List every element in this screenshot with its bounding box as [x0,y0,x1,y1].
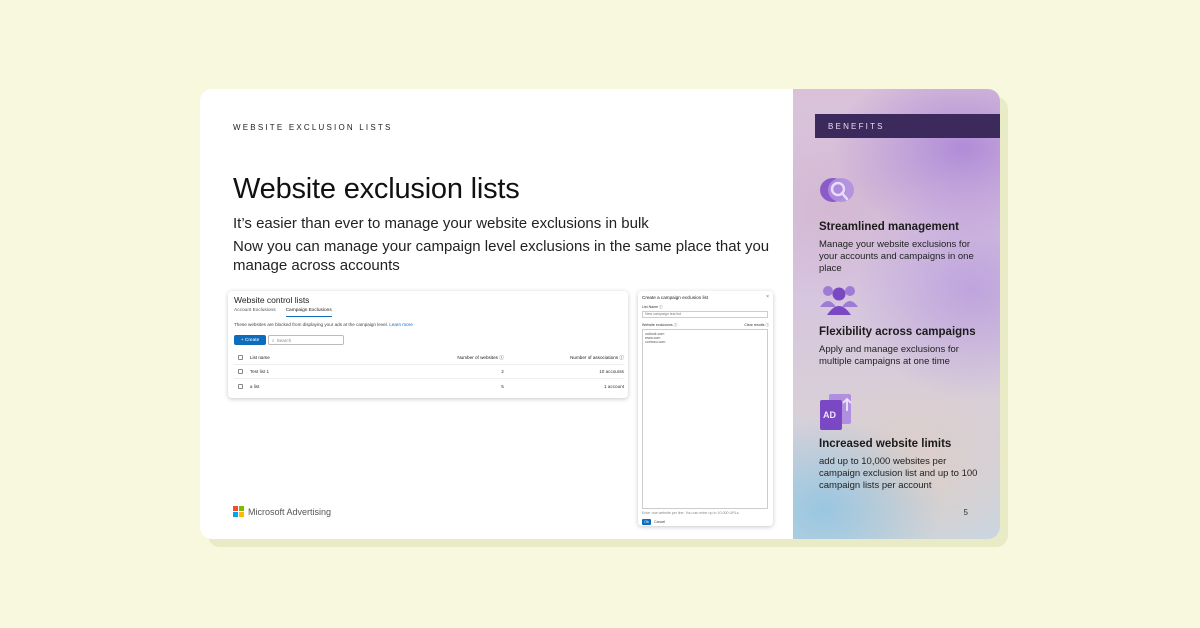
brand-name: Microsoft Advertising [248,506,332,517]
website-entry: contoso.com [645,340,666,344]
benefits-column: BENEFITS Streamlined management Manage y… [793,89,1000,539]
svg-text:AD: AD [823,410,836,420]
ad-document-icon: AD [820,394,852,430]
row-checkbox[interactable] [238,383,243,389]
tab-bar: Account Exclusions Campaign Exclusions [234,308,332,317]
search-input[interactable]: ⌕ Search [268,335,344,345]
benefit-title: Increased website limits [819,438,952,450]
benefit-body: Manage your website exclusions for your … [819,239,974,274]
website-control-lists-panel: Website control lists Account Exclusions… [228,291,628,398]
slide-title: Website exclusion lists [233,173,520,205]
row-checkbox[interactable] [238,369,243,374]
website-exclusions-label: Website exclusions ⓘ [642,323,678,327]
list-name-label: List Name ⓘ [642,305,663,309]
websites-count-cell: 2 [501,369,504,374]
dialog-note: Enter one website per line. You can ente… [642,511,740,515]
benefit-item: AD Increased website limits add up to 10… [819,393,979,492]
people-icon [820,286,858,315]
benefit-item: Flexibility across campaigns Apply and m… [819,281,979,368]
learn-more-link[interactable]: Learn more [389,322,413,327]
close-icon[interactable]: × [766,294,769,300]
websites-count-cell: 5 [501,383,504,389]
cancel-button[interactable]: Cancel [654,520,665,524]
slide-subtitle-2: Now you can manage your campaign level e… [233,238,770,274]
ok-button[interactable]: Ok [642,519,651,525]
search-placeholder: Search [276,337,292,343]
description-text: These websites are blocked from displayi… [234,322,388,327]
panel-description: These websites are blocked from displayi… [234,322,413,327]
website-exclusions-textarea[interactable]: outlook.com www.com contoso.com [642,329,768,509]
tab-account-exclusions[interactable]: Account Exclusions [234,308,276,317]
table-header-row: List name Number of websites ⓘ Number of… [234,351,624,365]
benefit-title: Streamlined management [819,221,959,233]
table-row[interactable]: a list 5 1 account [234,379,624,393]
benefit-body: Apply and manage exclusions for multiple… [819,344,959,367]
benefit-item: Streamlined management Manage your websi… [819,176,979,275]
slide-card: WEBSITE EXCLUSION LISTS Website exclusio… [200,89,1000,539]
brand-footer: Microsoft Advertising [233,506,331,517]
dialog-title: Create a campaign exclusion list [642,295,709,300]
slide-eyebrow: WEBSITE EXCLUSION LISTS [233,123,393,132]
list-name-cell[interactable]: Test list 1 [250,369,376,374]
tab-campaign-exclusions[interactable]: Campaign Exclusions [285,308,332,317]
column-header-list-name[interactable]: List name [250,355,376,360]
table-row[interactable]: Test list 1 2 10 accounts [234,365,624,379]
column-header-websites[interactable]: Number of websites ⓘ [376,355,503,361]
create-button[interactable]: + Create [234,335,266,345]
benefit-title: Flexibility across campaigns [819,326,976,338]
associations-cell: 1 account [604,383,624,389]
panel-title: Website control lists [234,295,310,305]
slide-subtitle-1: It’s easier than ever to manage your web… [233,215,649,232]
select-all-checkbox[interactable] [238,355,243,360]
search-icon: ⌕ [272,337,275,343]
microsoft-logo-icon [233,506,244,517]
magnifier-icon [820,178,854,202]
column-header-associations[interactable]: Number of associations ⓘ [504,355,624,361]
list-name-input[interactable]: New campaign test list [642,311,768,318]
list-name-cell[interactable]: a list [250,384,376,389]
clear-results-link[interactable]: Clear results ⓘ [744,323,769,328]
benefits-header: BENEFITS [815,114,1000,138]
page-number: 5 [963,508,968,517]
associations-cell: 10 accounts [599,369,624,374]
create-exclusion-list-dialog: Create a campaign exclusion list × List … [638,291,773,526]
benefit-body: add up to 10,000 websites per campaign e… [819,456,978,491]
